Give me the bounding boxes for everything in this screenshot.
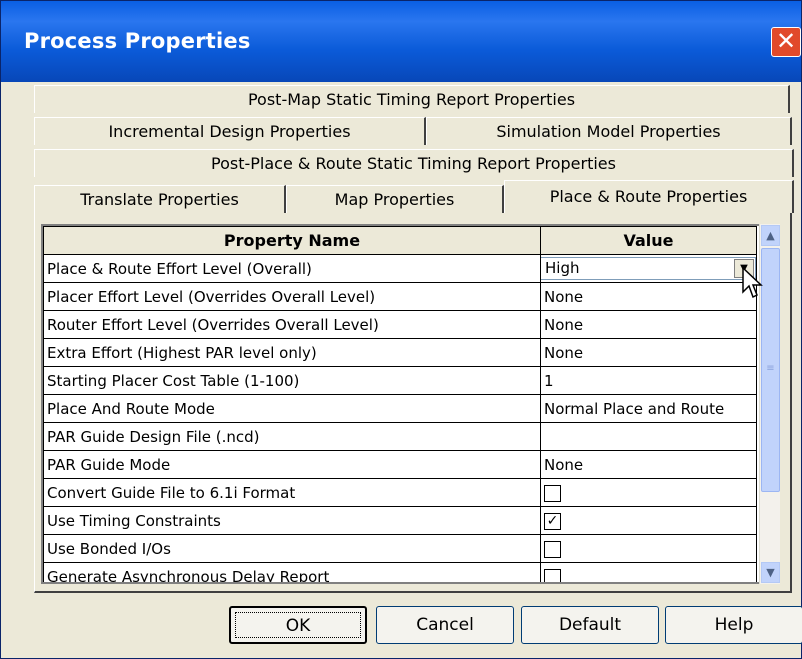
tab-incremental-design[interactable]: Incremental Design Properties (34, 117, 426, 145)
checkbox[interactable] (544, 568, 561, 582)
default-button[interactable]: Default (521, 606, 659, 644)
property-name-cell: PAR Guide Design File (.ncd) (43, 422, 541, 451)
table-row[interactable]: Place And Route Mode Normal Place and Rou… (43, 394, 757, 423)
property-value-cell[interactable]: None (540, 338, 757, 367)
tab-row-1: Post-Map Static Timing Report Properties (34, 85, 790, 113)
checkbox[interactable] (544, 484, 561, 502)
property-value-cell[interactable] (540, 562, 757, 582)
property-grid: Property Name Value Place & Route Effort… (41, 224, 780, 584)
cancel-button-label: Cancel (416, 615, 474, 635)
property-table: Property Name Value Place & Route Effort… (43, 226, 757, 582)
close-icon: ✕ (775, 27, 797, 55)
table-row[interactable]: Extra Effort (Highest PAR level only) Non… (43, 338, 757, 367)
effort-level-select[interactable]: High▼ (541, 257, 756, 280)
property-value-cell[interactable] (540, 422, 757, 451)
property-name-cell: Convert Guide File to 6.1i Format (43, 478, 541, 507)
checkbox[interactable]: ✓ (544, 512, 561, 530)
property-name-cell: Use Bonded I/Os (43, 534, 541, 563)
close-button[interactable]: ✕ (771, 27, 801, 57)
property-name-cell: Router Effort Level (Overrides Overall L… (43, 310, 541, 339)
ok-button[interactable]: OK (229, 606, 367, 644)
scroll-up-button[interactable]: ▲ (761, 225, 780, 246)
property-value-cell[interactable]: High▼ (540, 254, 757, 283)
property-name-cell: Starting Placer Cost Table (1-100) (43, 366, 541, 395)
property-name-cell: Place And Route Mode (43, 394, 541, 423)
tab-simulation-model[interactable]: Simulation Model Properties (426, 117, 792, 145)
property-name-cell: PAR Guide Mode (43, 450, 541, 479)
checkbox[interactable] (544, 540, 561, 558)
ok-button-label: OK (235, 612, 361, 638)
table-row[interactable]: Generate Asynchronous Delay Report (43, 562, 757, 582)
select-value: High (545, 259, 580, 277)
tab-place-route[interactable]: Place & Route Properties (504, 180, 794, 213)
table-row[interactable]: Place & Route Effort Level (Overall) High… (43, 254, 757, 283)
tab-post-map-static-timing[interactable]: Post-Map Static Timing Report Properties (34, 85, 790, 113)
table-row[interactable]: Placer Effort Level (Overrides Overall L… (43, 282, 757, 311)
chevron-up-icon: ▲ (766, 229, 775, 242)
tab-row-2: Incremental Design Properties Simulation… (34, 117, 794, 145)
process-properties-dialog: Process Properties ✕ Post-Map Static Tim… (0, 0, 802, 659)
table-row[interactable]: Convert Guide File to 6.1i Format (43, 478, 757, 507)
table-row[interactable]: Use Bonded I/Os (43, 534, 757, 563)
property-table-body: Place & Route Effort Level (Overall) High… (43, 254, 757, 582)
tab-translate[interactable]: Translate Properties (34, 185, 286, 213)
mouse-cursor-icon (742, 266, 763, 299)
property-name-cell: Use Timing Constraints (43, 506, 541, 535)
property-value-cell[interactable]: None (540, 450, 757, 479)
help-button[interactable]: Help (665, 606, 802, 644)
scroll-down-button[interactable]: ▼ (761, 562, 780, 583)
column-header-value[interactable]: Value (540, 226, 757, 255)
table-row[interactable]: Router Effort Level (Overrides Overall L… (43, 310, 757, 339)
table-row[interactable]: Starting Placer Cost Table (1-100) 1 (43, 366, 757, 395)
table-row[interactable]: Use Timing Constraints ✓ (43, 506, 757, 535)
property-value-cell[interactable]: Normal Place and Route (540, 394, 757, 423)
dialog-title: Process Properties (24, 29, 251, 53)
tab-map[interactable]: Map Properties (286, 185, 504, 213)
property-value-cell[interactable]: ✓ (540, 506, 757, 535)
cancel-button[interactable]: Cancel (376, 606, 514, 644)
property-value-cell[interactable]: 1 (540, 366, 757, 395)
scrollbar-thumb[interactable]: ≡ (761, 248, 780, 492)
help-button-label: Help (714, 615, 754, 635)
default-button-label: Default (558, 615, 622, 635)
title-bar[interactable]: Process Properties ✕ (1, 1, 801, 82)
tab-post-par-static-timing[interactable]: Post-Place & Route Static Timing Report … (34, 149, 794, 177)
tab-row-3: Post-Place & Route Static Timing Report … (34, 149, 794, 177)
property-name-cell: Place & Route Effort Level (Overall) (43, 254, 541, 283)
property-value-cell[interactable]: None (540, 310, 757, 339)
column-header-property-name[interactable]: Property Name (43, 226, 541, 255)
property-name-cell: Extra Effort (Highest PAR level only) (43, 338, 541, 367)
property-value-cell[interactable] (540, 478, 757, 507)
table-row[interactable]: PAR Guide Mode None (43, 450, 757, 479)
chevron-down-icon: ▼ (766, 566, 775, 579)
property-value-cell[interactable]: None (540, 282, 757, 311)
tab-row-4: Translate Properties Map Properties Plac… (34, 180, 794, 213)
table-row[interactable]: PAR Guide Design File (.ncd) (43, 422, 757, 451)
grip-icon: ≡ (766, 363, 775, 374)
property-name-cell: Placer Effort Level (Overrides Overall L… (43, 282, 541, 311)
table-header-row: Property Name Value (43, 226, 757, 255)
property-value-cell[interactable] (540, 534, 757, 563)
property-name-cell: Generate Asynchronous Delay Report (43, 562, 541, 582)
